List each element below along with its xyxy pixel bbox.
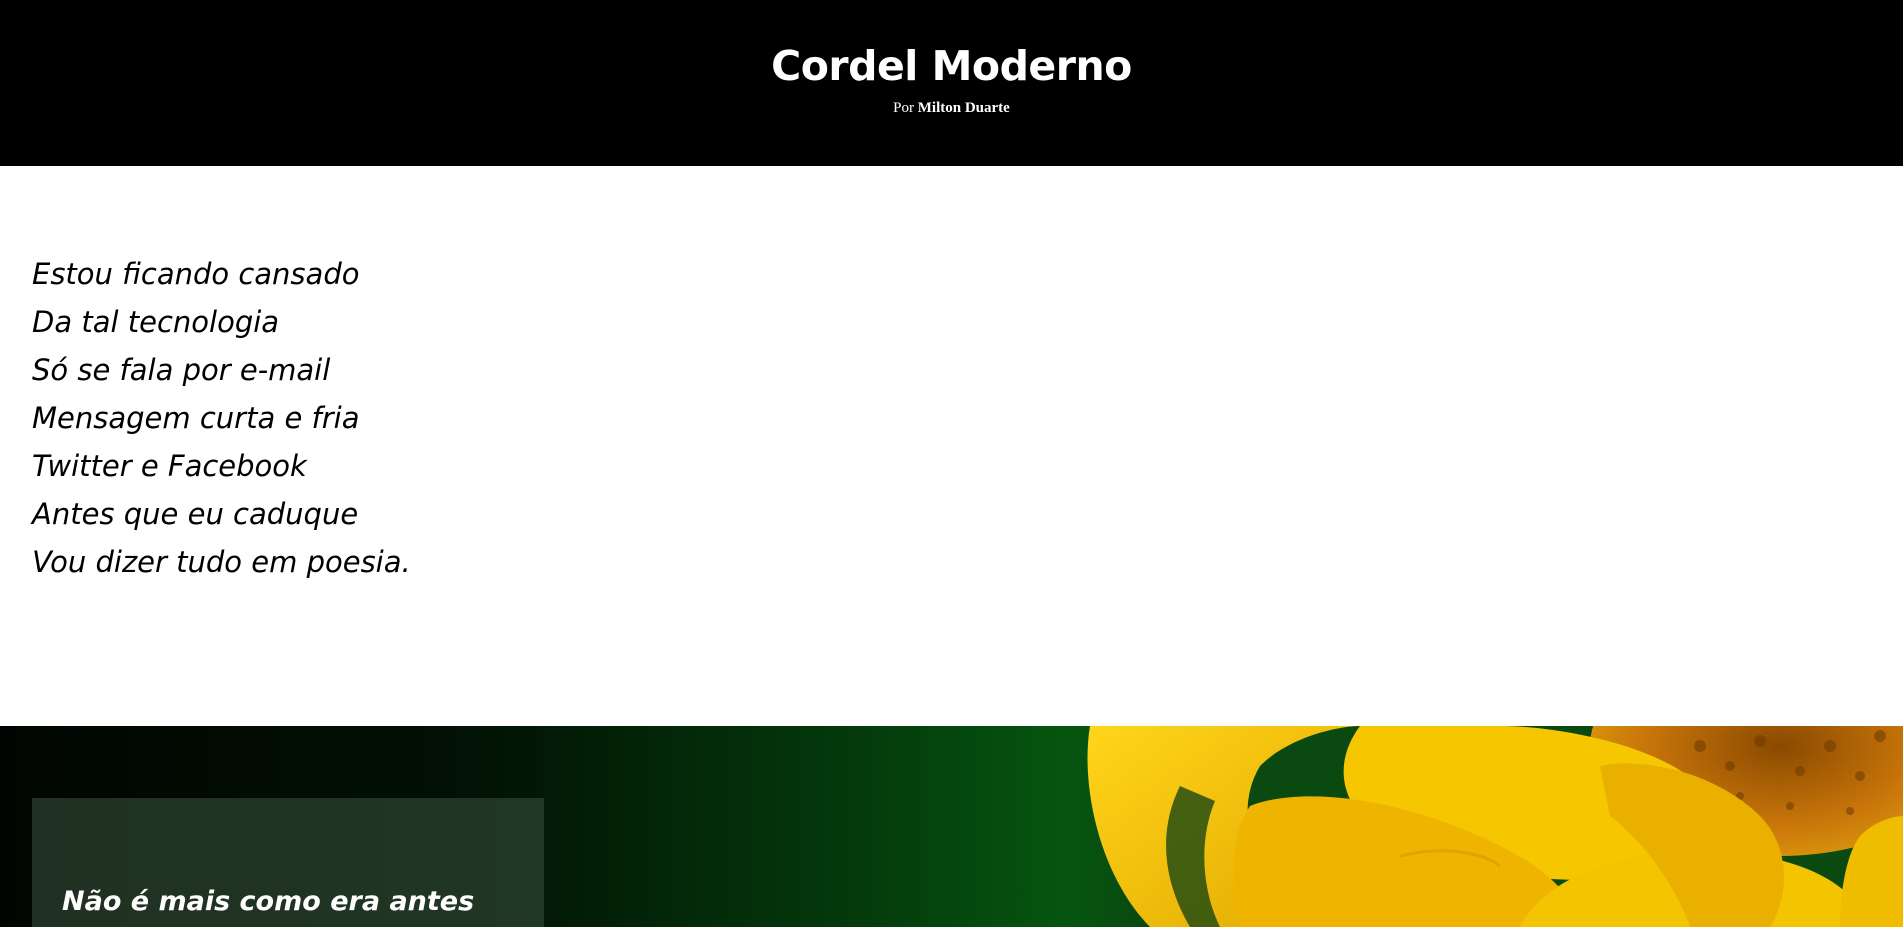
poem-line: Mensagem curta e fria — [32, 401, 360, 435]
hero-card: Não é mais como era antes — [32, 798, 544, 927]
site-header: Cordel Moderno Por Milton Duarte — [0, 0, 1903, 166]
poem-stanza: Estou ficando cansado Da tal tecnologia … — [32, 250, 411, 586]
poem-line: Da tal tecnologia — [32, 305, 280, 339]
poem-line: Antes que eu caduque — [32, 497, 359, 531]
byline-author[interactable]: Milton Duarte — [918, 100, 1010, 116]
poem-section: Estou ficando cansado Da tal tecnologia … — [0, 166, 1903, 726]
byline: Por Milton Duarte — [0, 101, 1903, 116]
poem-line: Só se fala por e-mail — [32, 353, 331, 387]
poem-line: Vou dizer tudo em poesia. — [32, 545, 411, 579]
poem-line: Estou ficando cansado — [32, 257, 360, 291]
site-title[interactable]: Cordel Moderno — [0, 46, 1903, 87]
byline-prefix: Por — [893, 100, 914, 116]
poem-line: Twitter e Facebook — [32, 449, 307, 483]
hero-section: Não é mais como era antes — [0, 726, 1903, 927]
hero-card-line: Não é mais como era antes — [62, 886, 475, 917]
page: Cordel Moderno Por Milton Duarte Estou f… — [0, 0, 1903, 927]
